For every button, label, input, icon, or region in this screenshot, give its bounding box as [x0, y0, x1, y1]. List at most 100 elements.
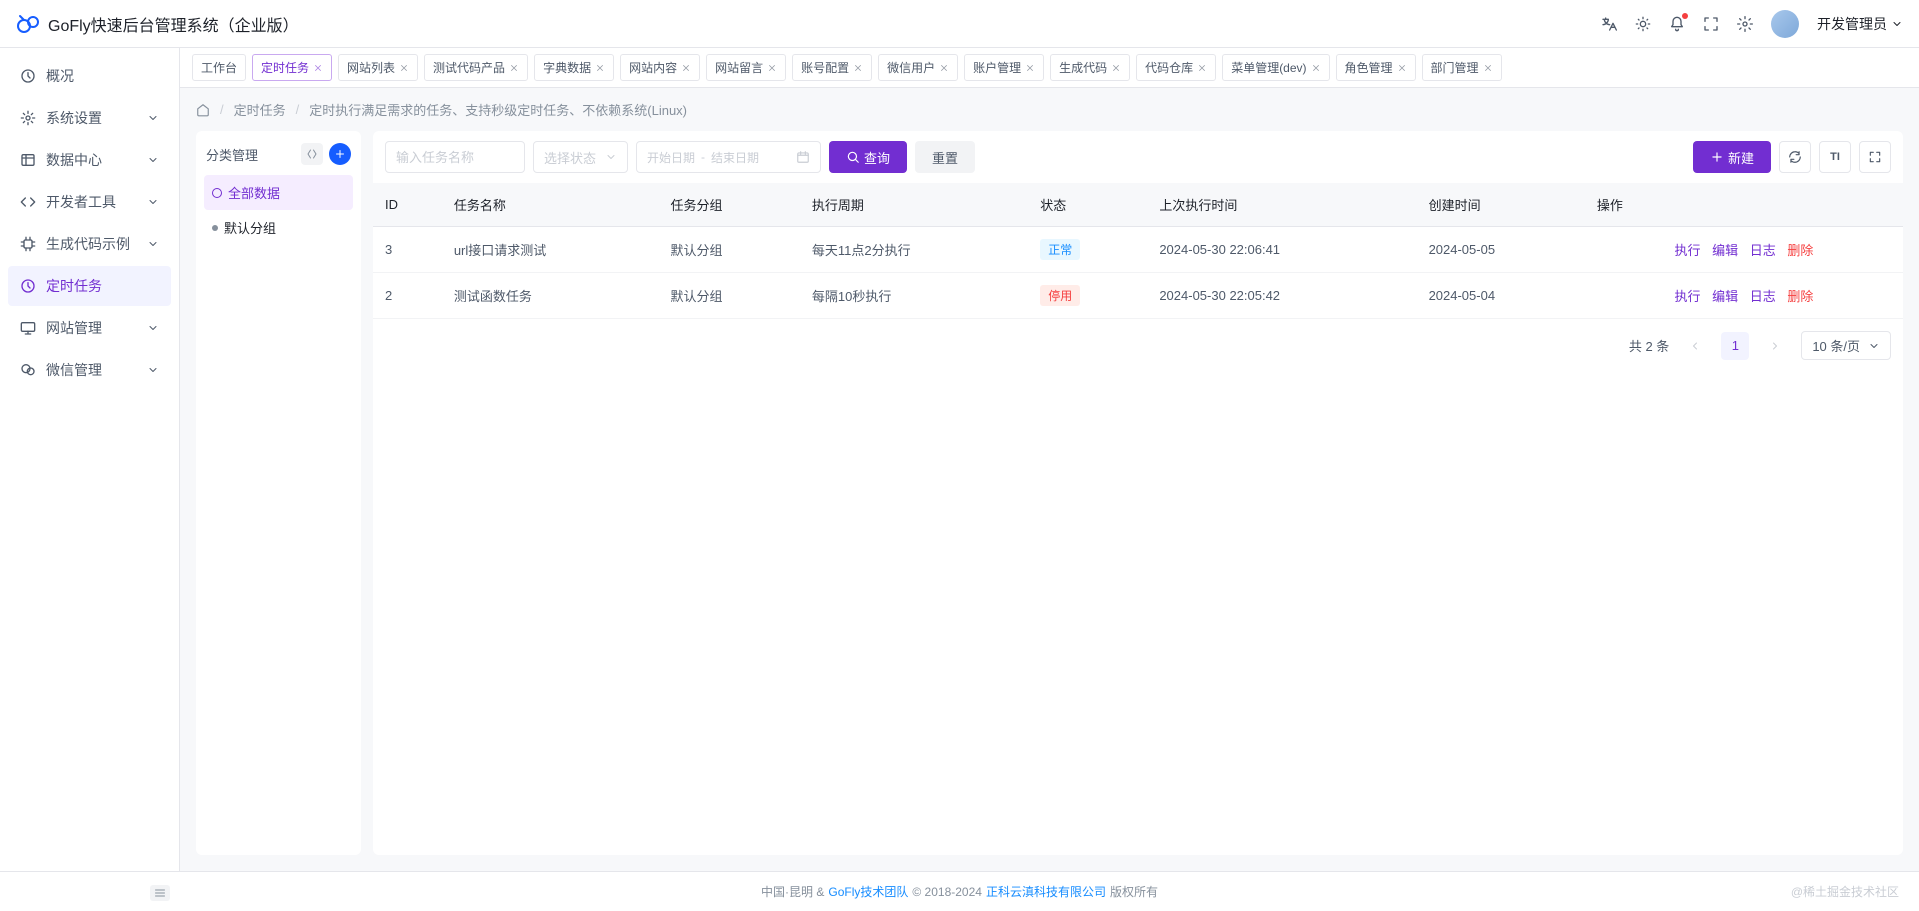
toolbar: 选择状态 开始日期 - 结束日期 查询 重置 [373, 131, 1903, 183]
close-icon[interactable] [1311, 63, 1321, 73]
close-icon[interactable] [1397, 63, 1407, 73]
sidebar-item-2[interactable]: 数据中心 [8, 140, 171, 180]
tab-6[interactable]: 网站留言 [706, 54, 786, 81]
chevron-down-icon [1868, 340, 1880, 352]
breadcrumb-current[interactable]: 定时任务 [234, 100, 286, 119]
next-page-button[interactable] [1761, 332, 1789, 360]
col-header-3: 执行周期 [800, 183, 1028, 227]
sidebar-item-0[interactable]: 概况 [8, 56, 171, 96]
chevron-down-icon [147, 238, 159, 250]
sidebar-collapse-button[interactable] [150, 885, 170, 901]
exec-link[interactable]: 执行 [1674, 289, 1700, 304]
tab-13[interactable]: 角色管理 [1336, 54, 1416, 81]
footer-team-link[interactable]: GoFly技术团队 [828, 883, 908, 900]
col-header-0: ID [373, 183, 442, 227]
close-icon[interactable] [681, 63, 691, 73]
page-size-select[interactable]: 10 条/页 [1801, 331, 1891, 360]
close-icon[interactable] [399, 63, 409, 73]
category-item-1[interactable]: 默认分组 [204, 210, 353, 245]
sidebar-item-1[interactable]: 系统设置 [8, 98, 171, 138]
chevron-down-icon [147, 112, 159, 124]
footer: 中国·昆明 & GoFly技术团队 © 2018-2024 正科云滇科技有限公司… [0, 871, 1919, 911]
tab-0[interactable]: 工作台 [192, 54, 246, 81]
status-badge: 正常 [1040, 239, 1080, 260]
list-icon [20, 152, 36, 168]
column-button[interactable]: TI [1819, 141, 1851, 173]
close-icon[interactable] [1197, 63, 1207, 73]
sidebar-item-3[interactable]: 开发者工具 [8, 182, 171, 222]
user-menu[interactable]: 开发管理员 [1817, 14, 1903, 34]
date-range-picker[interactable]: 开始日期 - 结束日期 [636, 141, 821, 173]
col-header-7: 操作 [1585, 183, 1903, 227]
close-icon[interactable] [853, 63, 863, 73]
fullscreen-icon[interactable] [1703, 16, 1719, 32]
tab-9[interactable]: 账户管理 [964, 54, 1044, 81]
tab-5[interactable]: 网站内容 [620, 54, 700, 81]
log-link[interactable]: 日志 [1750, 243, 1776, 258]
edit-link[interactable]: 编辑 [1712, 289, 1738, 304]
category-item-0[interactable]: 全部数据 [204, 175, 353, 210]
sidebar-item-4[interactable]: 生成代码示例 [8, 224, 171, 264]
sidebar-item-5[interactable]: 定时任务 [8, 266, 171, 306]
prev-page-button[interactable] [1681, 332, 1709, 360]
status-select[interactable]: 选择状态 [533, 141, 628, 173]
tab-2[interactable]: 网站列表 [338, 54, 418, 81]
status-badge: 停用 [1040, 285, 1080, 306]
log-link[interactable]: 日志 [1750, 289, 1776, 304]
close-icon[interactable] [1025, 63, 1035, 73]
translate-icon[interactable] [1601, 16, 1617, 32]
reset-button[interactable]: 重置 [915, 141, 975, 173]
app-title: GoFly快速后台管理系统（企业版） [48, 12, 299, 36]
close-icon[interactable] [595, 63, 605, 73]
tab-1[interactable]: 定时任务 [252, 54, 332, 81]
sidebar: 概况系统设置数据中心开发者工具生成代码示例定时任务网站管理微信管理 [0, 48, 180, 871]
table-row: 2 测试函数任务 默认分组 每隔10秒执行 停用 2024-05-30 22:0… [373, 273, 1903, 319]
sidebar-item-6[interactable]: 网站管理 [8, 308, 171, 348]
theme-icon[interactable] [1635, 16, 1651, 32]
tab-11[interactable]: 代码仓库 [1136, 54, 1216, 81]
category-collapse-button[interactable] [301, 143, 323, 165]
close-icon[interactable] [313, 63, 323, 73]
search-icon [846, 150, 860, 164]
bell-icon[interactable] [1669, 16, 1685, 32]
delete-link[interactable]: 删除 [1787, 243, 1813, 258]
tab-3[interactable]: 测试代码产品 [424, 54, 528, 81]
delete-link[interactable]: 删除 [1787, 289, 1813, 304]
tab-7[interactable]: 账号配置 [792, 54, 872, 81]
refresh-button[interactable] [1779, 141, 1811, 173]
tab-14[interactable]: 部门管理 [1422, 54, 1502, 81]
close-icon[interactable] [509, 63, 519, 73]
logo[interactable]: GoFly快速后台管理系统（企业版） [16, 12, 299, 36]
expand-button[interactable] [1859, 141, 1891, 173]
new-button[interactable]: 新建 [1693, 141, 1771, 173]
total-count: 共 2 条 [1629, 336, 1669, 355]
close-icon[interactable] [939, 63, 949, 73]
edit-link[interactable]: 编辑 [1712, 243, 1738, 258]
avatar[interactable] [1771, 10, 1799, 38]
tab-12[interactable]: 菜单管理(dev) [1222, 54, 1329, 81]
category-add-button[interactable] [329, 143, 351, 165]
col-header-1: 任务名称 [442, 183, 659, 227]
gear-icon [20, 110, 36, 126]
col-header-6: 创建时间 [1417, 183, 1585, 227]
home-icon[interactable] [196, 103, 210, 117]
name-input[interactable] [385, 141, 525, 173]
close-icon[interactable] [767, 63, 777, 73]
table-row: 3 url接口请求测试 默认分组 每天11点2分执行 正常 2024-05-30… [373, 227, 1903, 273]
close-icon[interactable] [1111, 63, 1121, 73]
tabs-bar: 工作台定时任务网站列表测试代码产品字典数据网站内容网站留言账号配置微信用户账户管… [180, 48, 1919, 88]
footer-company-link[interactable]: 正科云滇科技有限公司 [986, 883, 1106, 900]
tab-8[interactable]: 微信用户 [878, 54, 958, 81]
tab-10[interactable]: 生成代码 [1050, 54, 1130, 81]
close-icon[interactable] [1483, 63, 1493, 73]
dashboard-icon [20, 68, 36, 84]
col-header-2: 任务分组 [658, 183, 799, 227]
code-icon [20, 194, 36, 210]
tab-4[interactable]: 字典数据 [534, 54, 614, 81]
sidebar-item-7[interactable]: 微信管理 [8, 350, 171, 390]
settings-icon[interactable] [1737, 16, 1753, 32]
page-1-button[interactable]: 1 [1721, 332, 1749, 360]
exec-link[interactable]: 执行 [1674, 243, 1700, 258]
chevron-down-icon [605, 151, 617, 163]
search-button[interactable]: 查询 [829, 141, 907, 173]
